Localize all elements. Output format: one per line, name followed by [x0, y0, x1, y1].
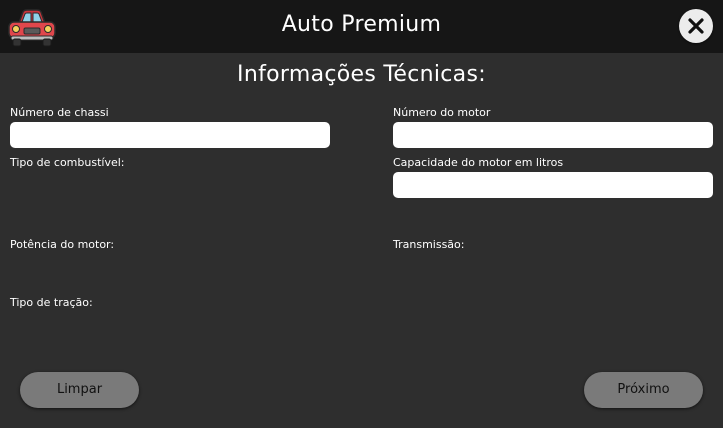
- chassis-number-field[interactable]: [10, 122, 330, 148]
- engine-capacity-field[interactable]: [393, 172, 713, 198]
- engine-power-label: Potência do motor:: [10, 238, 115, 251]
- chassis-label: Número de chassi: [10, 106, 109, 119]
- clear-button[interactable]: Limpar: [20, 372, 139, 408]
- traction-type-label: Tipo de tração:: [10, 296, 93, 309]
- next-button[interactable]: Próximo: [584, 372, 703, 408]
- title-bar: Auto Premium: [0, 0, 723, 53]
- fuel-type-label: Tipo de combustível:: [10, 156, 125, 169]
- engine-capacity-label: Capacidade do motor em litros: [393, 156, 564, 169]
- close-icon: [688, 18, 704, 34]
- engine-number-field[interactable]: [393, 122, 713, 148]
- app-title: Auto Premium: [281, 12, 442, 37]
- engine-number-label: Número do motor: [393, 106, 491, 119]
- close-button[interactable]: [679, 9, 713, 43]
- section-title: Informações Técnicas:: [237, 62, 486, 87]
- transmission-label: Transmissão:: [393, 238, 465, 251]
